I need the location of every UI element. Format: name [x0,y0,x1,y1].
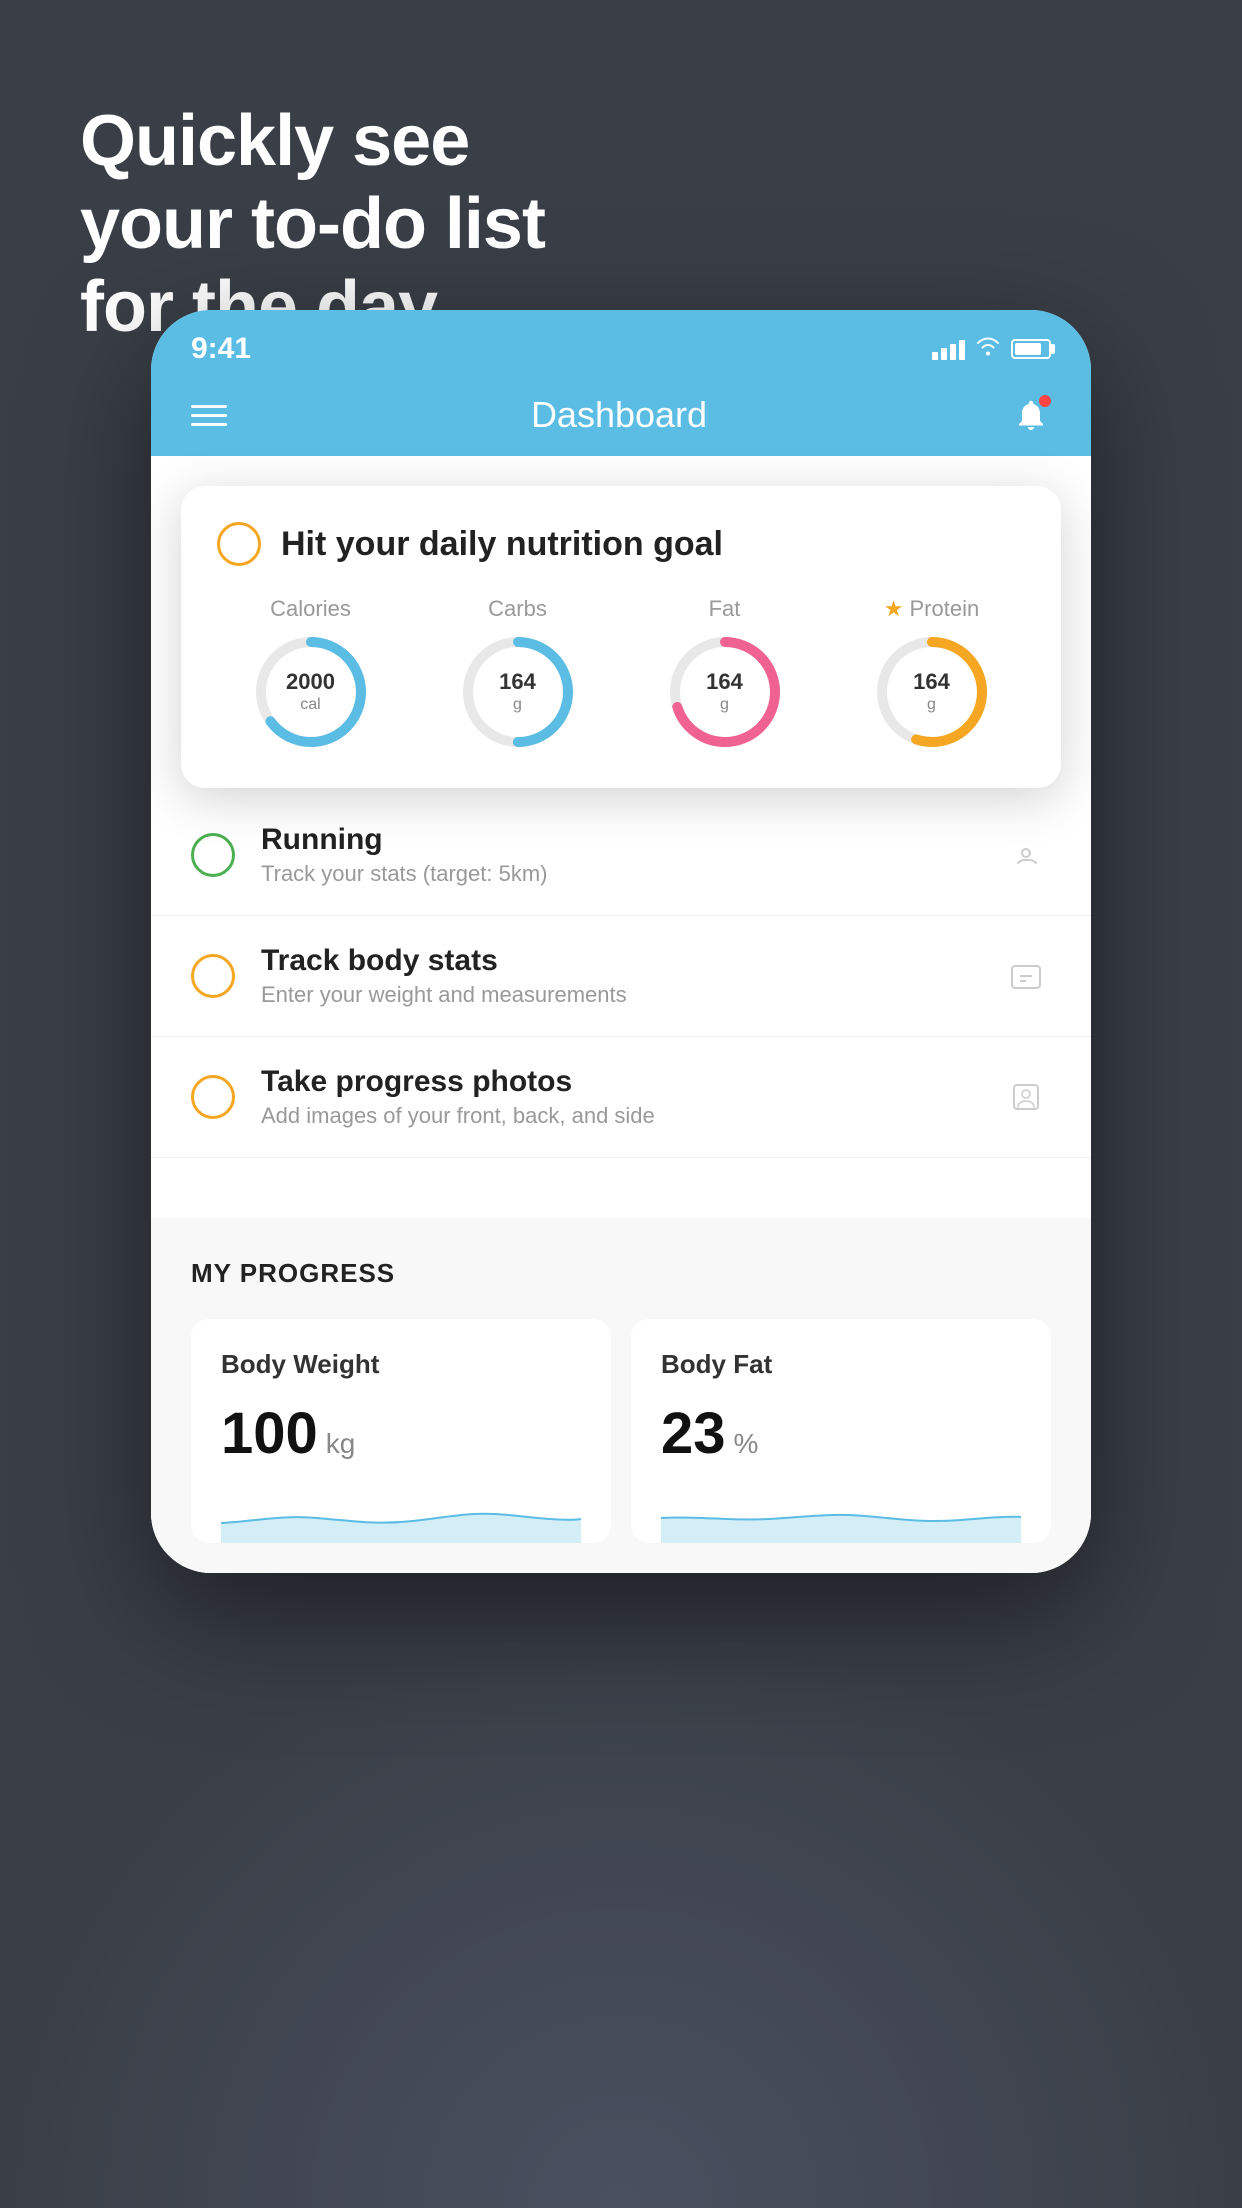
fat-value-row: 23 % [661,1400,1021,1467]
carbs-value: 164 g [499,669,536,715]
popup-title: Hit your daily nutrition goal [281,525,723,564]
todo-item-body-stats[interactable]: Track body stats Enter your weight and m… [151,916,1091,1037]
todo-subtitle-body-stats: Enter your weight and measurements [261,982,975,1008]
content-area: THINGS TO DO TODAY Running Track your st… [151,456,1091,1573]
todo-circle-body-stats [191,954,235,998]
nav-bar: Dashboard [151,380,1091,456]
spacer [151,1158,1091,1218]
card-title-weight: Body Weight [221,1349,581,1380]
nutrition-item-carbs: Carbs 164 g [458,596,578,752]
todo-title-body-stats: Track body stats [261,944,975,978]
carbs-chart: 164 g [458,632,578,752]
todo-text-running: Running Track your stats (target: 5km) [261,823,975,887]
headline-line2: your to-do list [80,183,545,266]
fat-number: 23 [661,1400,726,1467]
fat-chart-value: 164 g [706,669,743,715]
notification-dot [1039,395,1051,407]
nutrition-item-calories: Calories 2000 cal [251,596,371,752]
protein-chart: 164 g [872,632,992,752]
nutrition-popup-card: Hit your daily nutrition goal Calories 2… [181,486,1061,788]
signal-icon [932,338,965,360]
calories-chart: 2000 cal [251,632,371,752]
todo-text-body-stats: Track body stats Enter your weight and m… [261,944,975,1008]
nutrition-item-fat: Fat 164 g [665,596,785,752]
todo-subtitle-photos: Add images of your front, back, and side [261,1103,975,1129]
notifications-button[interactable] [1011,395,1051,435]
todo-circle-photos [191,1075,235,1119]
star-icon: ★ [884,596,904,622]
popup-radio[interactable] [217,522,261,566]
carbs-label: Carbs [488,596,547,622]
todo-item-running[interactable]: Running Track your stats (target: 5km) [151,795,1091,916]
todo-subtitle-running: Track your stats (target: 5km) [261,861,975,887]
progress-grid: Body Weight 100 kg [191,1319,1051,1543]
popup-title-row: Hit your daily nutrition goal [217,522,1025,566]
progress-card-weight[interactable]: Body Weight 100 kg [191,1319,611,1543]
protein-value: 164 g [913,669,950,715]
progress-header: MY PROGRESS [191,1258,1051,1289]
nutrition-grid: Calories 2000 cal Carbs [217,596,1025,752]
menu-button[interactable] [191,405,227,426]
card-title-fat: Body Fat [661,1349,1021,1380]
fat-label: Fat [709,596,741,622]
battery-icon [1011,339,1051,359]
weight-value-row: 100 kg [221,1400,581,1467]
calories-label: Calories [270,596,351,622]
wifi-icon [975,335,1001,364]
todo-title-running: Running [261,823,975,857]
progress-section: MY PROGRESS Body Weight 100 kg [151,1218,1091,1573]
calories-value: 2000 cal [286,669,335,715]
todo-item-photos[interactable]: Take progress photos Add images of your … [151,1037,1091,1158]
protein-label-row: ★ Protein [884,596,979,622]
status-time: 9:41 [191,332,251,366]
status-icons [932,335,1051,364]
person-icon [1001,1072,1051,1122]
weight-number: 100 [221,1400,318,1467]
fat-chart [661,1483,1021,1543]
todo-circle-running [191,833,235,877]
todo-text-photos: Take progress photos Add images of your … [261,1065,975,1129]
progress-card-fat[interactable]: Body Fat 23 % [631,1319,1051,1543]
phone-mockup: 9:41 Dashboard [151,310,1091,1573]
todo-title-photos: Take progress photos [261,1065,975,1099]
nav-title: Dashboard [531,394,707,436]
scale-icon [1001,951,1051,1001]
nutrition-item-protein: ★ Protein 164 g [872,596,992,752]
protein-label: Protein [910,596,980,622]
running-icon [1001,830,1051,880]
fat-chart: 164 g [665,632,785,752]
weight-unit: kg [326,1428,356,1460]
weight-chart [221,1483,581,1543]
fat-unit: % [734,1428,759,1460]
headline-line1: Quickly see [80,100,545,183]
background-overlay [0,1608,1242,2208]
status-bar: 9:41 [151,310,1091,380]
